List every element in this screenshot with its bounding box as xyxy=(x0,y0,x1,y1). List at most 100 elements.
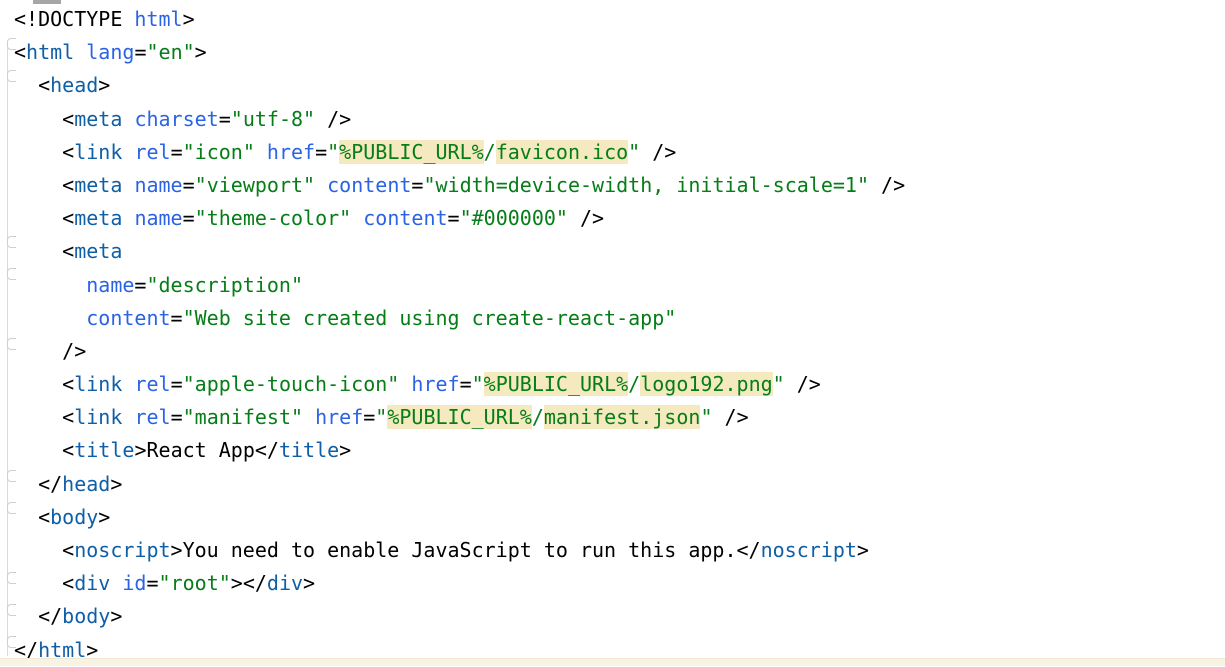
code-token xyxy=(110,571,122,595)
code-token: meta xyxy=(74,239,122,263)
code-token: = xyxy=(219,107,231,131)
code-token: "apple-touch-icon" xyxy=(183,372,400,396)
code-line-11[interactable]: /> xyxy=(14,335,1225,368)
code-line-15[interactable]: </head> xyxy=(14,468,1225,501)
code-token: < xyxy=(14,206,74,230)
code-line-18[interactable]: <div id="root"></div> xyxy=(14,567,1225,600)
code-token: meta xyxy=(74,206,122,230)
code-token: favicon.ico xyxy=(496,140,628,164)
code-token: < xyxy=(14,73,50,97)
code-token: /> xyxy=(785,372,821,396)
code-token: > xyxy=(98,505,110,529)
code-token: > xyxy=(857,538,869,562)
code-token: = xyxy=(411,173,423,197)
code-token: content xyxy=(363,206,447,230)
code-line-14[interactable]: <title>React App</title> xyxy=(14,434,1225,467)
code-token: body xyxy=(62,604,110,628)
code-token: = xyxy=(183,173,195,197)
code-token: id xyxy=(122,571,146,595)
code-token: > xyxy=(183,7,195,31)
code-token: html xyxy=(26,40,74,64)
code-line-3[interactable]: <head> xyxy=(14,69,1225,102)
code-line-13[interactable]: <link rel="manifest" href="%PUBLIC_URL%/… xyxy=(14,401,1225,434)
code-line-2[interactable]: <html lang="en"> xyxy=(14,36,1225,69)
code-token: /> xyxy=(14,339,86,363)
code-token: title xyxy=(74,438,134,462)
code-token: " xyxy=(700,405,712,429)
code-token: body xyxy=(50,505,98,529)
code-token: < xyxy=(14,505,50,529)
code-token: "root" xyxy=(159,571,231,595)
code-token: /> xyxy=(568,206,604,230)
code-token: > xyxy=(171,538,183,562)
code-line-7[interactable]: <meta name="theme-color" content="#00000… xyxy=(14,202,1225,235)
code-token: > xyxy=(339,438,351,462)
code-content[interactable]: <!DOCTYPE html><html lang="en"> <head> <… xyxy=(14,3,1225,667)
code-token: content xyxy=(86,306,170,330)
code-line-4[interactable]: <meta charset="utf-8" /> xyxy=(14,103,1225,136)
code-token: meta xyxy=(74,107,122,131)
code-token: > xyxy=(110,472,122,496)
code-token: %PUBLIC_URL% xyxy=(484,372,629,396)
code-token xyxy=(351,206,363,230)
code-line-17[interactable]: <noscript>You need to enable JavaScript … xyxy=(14,534,1225,567)
code-token: < xyxy=(14,538,74,562)
code-line-8[interactable]: <meta xyxy=(14,235,1225,268)
code-token: "#000000" xyxy=(460,206,568,230)
code-token: > xyxy=(303,571,315,595)
code-token: link xyxy=(74,140,122,164)
code-token: </ xyxy=(736,538,760,562)
code-token: React App xyxy=(146,438,254,462)
code-line-6[interactable]: <meta name="viewport" content="width=dev… xyxy=(14,169,1225,202)
code-token: < xyxy=(14,107,74,131)
code-token: < xyxy=(14,173,74,197)
code-token: "Web site created using create-react-app… xyxy=(183,306,677,330)
code-token xyxy=(14,306,86,330)
code-token: / xyxy=(628,372,640,396)
code-token xyxy=(14,273,86,297)
code-token xyxy=(122,206,134,230)
code-token: rel xyxy=(134,372,170,396)
code-token: name xyxy=(134,206,182,230)
code-token xyxy=(122,107,134,131)
code-line-10[interactable]: content="Web site created using create-r… xyxy=(14,302,1225,335)
code-token: name xyxy=(86,273,134,297)
code-token: = xyxy=(183,206,195,230)
code-token: html xyxy=(134,7,182,31)
code-line-19[interactable]: </body> xyxy=(14,600,1225,633)
code-token: > xyxy=(134,438,146,462)
code-token: head xyxy=(62,472,110,496)
code-token: > xyxy=(231,571,243,595)
code-token: " xyxy=(375,405,387,429)
code-token: < xyxy=(14,140,74,164)
code-token: / xyxy=(484,140,496,164)
code-token: You need to enable JavaScript to run thi… xyxy=(183,538,737,562)
code-token: < xyxy=(14,372,74,396)
code-token xyxy=(315,173,327,197)
code-line-5[interactable]: <link rel="icon" href="%PUBLIC_URL%/favi… xyxy=(14,136,1225,169)
code-token: = xyxy=(171,405,183,429)
code-token: "en" xyxy=(146,40,194,64)
code-token: "theme-color" xyxy=(195,206,352,230)
code-token: / xyxy=(532,405,544,429)
code-token: name xyxy=(134,173,182,197)
code-token: href xyxy=(315,405,363,429)
horizontal-scrollbar-track[interactable] xyxy=(0,658,1225,666)
code-token xyxy=(122,140,134,164)
code-line-16[interactable]: <body> xyxy=(14,501,1225,534)
code-editor[interactable]: <!DOCTYPE html><html lang="en"> <head> <… xyxy=(0,0,1225,666)
code-token: = xyxy=(134,273,146,297)
code-line-1[interactable]: <!DOCTYPE html> xyxy=(14,3,1225,36)
code-token: href xyxy=(267,140,315,164)
code-token: = xyxy=(171,372,183,396)
code-token: lang xyxy=(86,40,134,64)
code-token: link xyxy=(74,372,122,396)
code-token: = xyxy=(171,306,183,330)
code-token: link xyxy=(74,405,122,429)
code-line-9[interactable]: name="description" xyxy=(14,269,1225,302)
code-token: > xyxy=(98,73,110,97)
code-line-12[interactable]: <link rel="apple-touch-icon" href="%PUBL… xyxy=(14,368,1225,401)
code-token: /> xyxy=(712,405,748,429)
code-token: /> xyxy=(640,140,676,164)
code-token: <!DOCTYPE xyxy=(14,7,134,31)
